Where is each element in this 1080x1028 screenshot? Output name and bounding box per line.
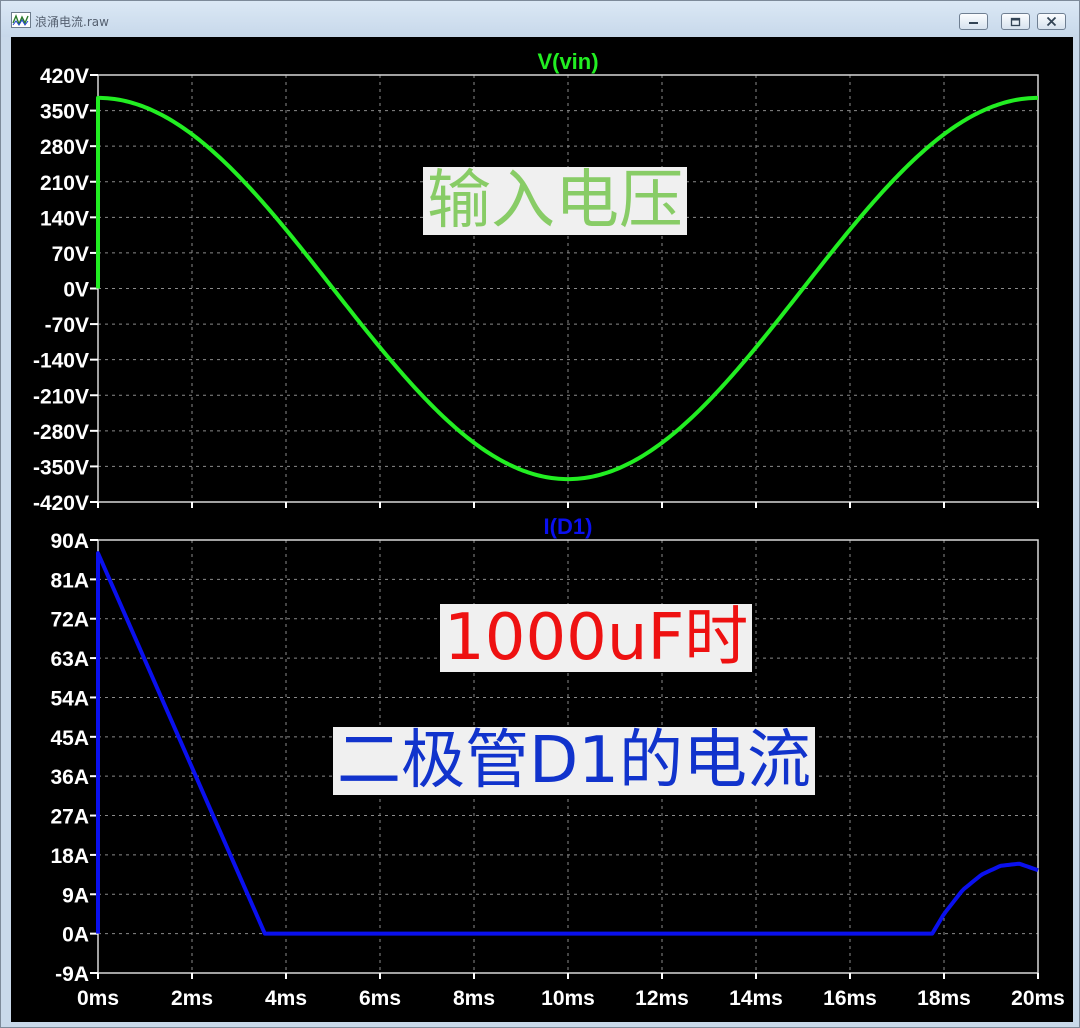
app-window: 浪涌电流.raw V(vin) 420V 350V 280V 210V 140V 70V 0V… xyxy=(0,0,1080,1028)
voltage-y-tick-label: -140V xyxy=(33,350,89,373)
current-y-tick-label: 45A xyxy=(50,727,89,750)
waveform-icon xyxy=(11,12,31,28)
current-x-tick-label: 12ms xyxy=(635,987,689,1010)
voltage-y-tick-label: 350V xyxy=(40,101,89,124)
plot-area[interactable]: V(vin) 420V 350V 280V 210V 140V 70V 0V -70V -140V… xyxy=(11,37,1073,1022)
current-x-tick-label: 16ms xyxy=(823,987,877,1010)
current-x-tick-label: 14ms xyxy=(729,987,783,1010)
voltage-y-tick-label: 280V xyxy=(40,136,89,159)
restore-icon xyxy=(1010,17,1021,27)
close-button[interactable] xyxy=(1037,13,1066,30)
current-x-tick-label: 8ms xyxy=(453,987,495,1010)
voltage-y-tick-label: -210V xyxy=(33,385,89,408)
current-y-tick-label: 81A xyxy=(50,569,89,592)
voltage-y-tick-label: -70V xyxy=(45,314,89,337)
voltage-y-tick-label: -280V xyxy=(33,421,89,444)
voltage-y-tick-label: 210V xyxy=(40,172,89,195)
current-annotation: 二极管D1的电流 xyxy=(333,727,815,795)
voltage-annotation: 输入电压 xyxy=(423,167,687,235)
voltage-chart-title: V(vin) xyxy=(537,49,598,74)
title-bar[interactable]: 浪涌电流.raw xyxy=(1,1,1079,37)
capacitor-annotation: 1000uF时 xyxy=(440,604,753,672)
voltage-pane[interactable]: V(vin) 420V 350V 280V 210V 140V 70V 0V -70V -140V… xyxy=(33,49,1039,515)
voltage-y-tick-label: 420V xyxy=(40,65,89,88)
restore-button[interactable] xyxy=(1001,13,1030,30)
window-title: 浪涌电流.raw xyxy=(35,15,109,29)
current-x-tick-label: 2ms xyxy=(171,987,213,1010)
current-x-tick-label: 4ms xyxy=(265,987,307,1010)
voltage-y-tick-label: 140V xyxy=(40,207,89,230)
current-x-tick-label: 6ms xyxy=(359,987,401,1010)
voltage-y-tick-label: 70V xyxy=(52,243,89,266)
voltage-y-tick-label: -350V xyxy=(33,456,89,479)
current-y-tick-label: 9A xyxy=(62,884,89,907)
current-x-tick-label: 0ms xyxy=(77,987,119,1010)
current-y-tick-label: 63A xyxy=(50,648,89,671)
voltage-y-tick-label: -420V xyxy=(33,492,89,515)
current-y-tick-label: 36A xyxy=(50,766,89,789)
current-y-tick-label: 0A xyxy=(62,924,89,947)
minimize-button[interactable] xyxy=(959,13,988,30)
current-x-tick-label: 20ms xyxy=(1011,987,1065,1010)
current-y-tick-label: 72A xyxy=(50,609,89,632)
current-y-tick-label: -9A xyxy=(55,963,89,986)
current-x-tick-label: 10ms xyxy=(541,987,595,1010)
current-y-tick-label: 90A xyxy=(50,530,89,553)
voltage-y-tick-label: 0V xyxy=(63,279,89,302)
current-y-tick-label: 54A xyxy=(50,687,89,710)
current-y-tick-label: 27A xyxy=(50,806,89,829)
close-icon xyxy=(1046,16,1057,27)
current-chart-title: I(D1) xyxy=(544,514,593,539)
minimize-icon xyxy=(969,22,978,24)
current-x-tick-label: 18ms xyxy=(917,987,971,1010)
current-y-tick-label: 18A xyxy=(50,845,89,868)
